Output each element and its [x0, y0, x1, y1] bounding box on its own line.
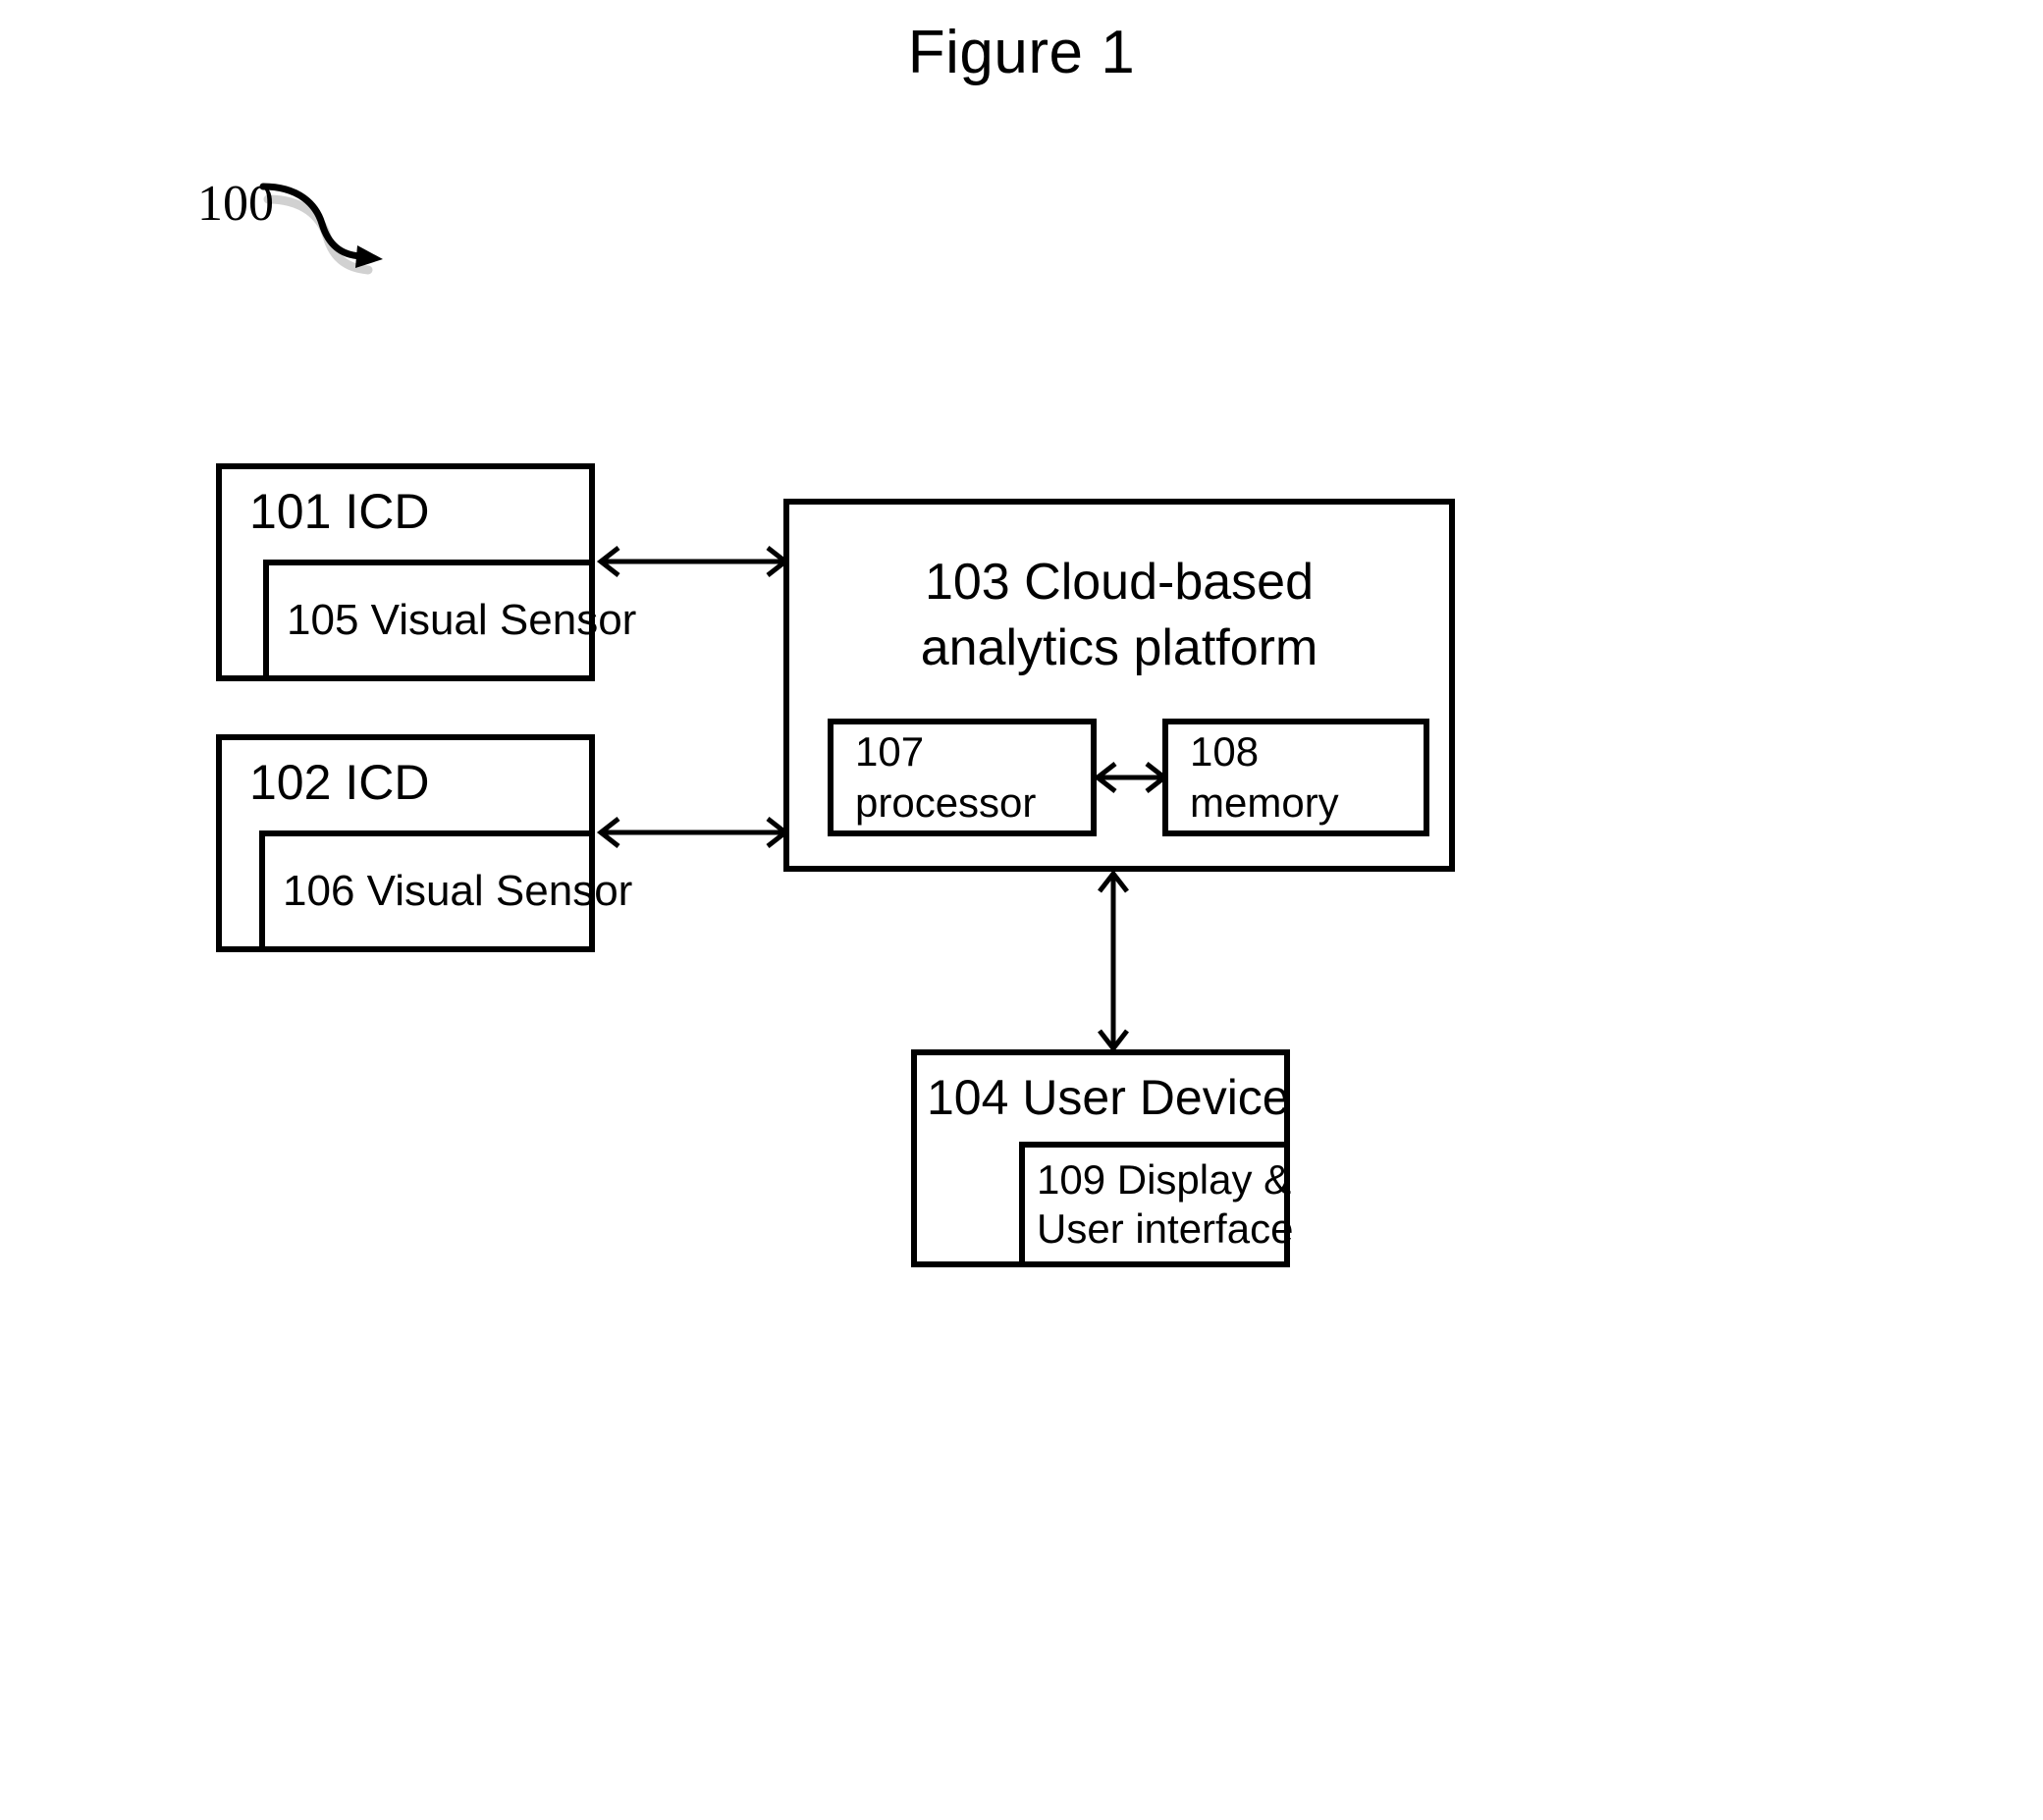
- block-visual-sensor-106-label: 106 Visual Sensor: [283, 867, 633, 916]
- block-icd-101-title: 101 ICD: [249, 484, 430, 539]
- block-memory-108-id: 108: [1190, 727, 1260, 775]
- block-memory-108: 108 memory: [1162, 719, 1429, 836]
- block-visual-sensor-105-label: 105 Visual Sensor: [287, 596, 637, 645]
- connector-platform-to-user-device-bidirectional-arrow-icon: [1098, 869, 1129, 1053]
- block-platform-103-title-line1: 103 Cloud-based: [924, 554, 1315, 611]
- block-memory-108-label: memory: [1190, 779, 1339, 826]
- block-display-109-line2: User interface: [1037, 1205, 1294, 1252]
- connector-icd-101-to-platform-bidirectional-arrow-icon: [596, 546, 790, 577]
- block-processor-107-label: processor: [855, 779, 1037, 826]
- block-processor-107-id: 107: [855, 727, 925, 775]
- block-platform-103-title: 103 Cloud-based analytics platform: [789, 550, 1449, 680]
- figure-canvas: Figure 1 100 101 ICD 105 Visual Sensor 1…: [0, 0, 2043, 1820]
- figure-title: Figure 1: [907, 19, 1136, 86]
- block-display-and-user-interface-109: 109 Display & User interface: [1019, 1142, 1294, 1267]
- block-user-device-104-title: 104 User Device: [927, 1070, 1290, 1125]
- block-visual-sensor-105: 105 Visual Sensor: [263, 560, 637, 681]
- block-platform-103-title-line2: analytics platform: [920, 618, 1318, 676]
- block-visual-sensor-106: 106 Visual Sensor: [259, 830, 633, 952]
- block-icd-102-title: 102 ICD: [249, 755, 430, 810]
- block-display-109-line1: 109 Display &: [1037, 1156, 1292, 1204]
- block-processor-107: 107 processor: [828, 719, 1097, 836]
- connector-processor-to-memory-bidirectional-arrow-icon: [1093, 762, 1169, 793]
- lead-line-curved-arrow-icon: [259, 183, 383, 275]
- connector-icd-102-to-platform-bidirectional-arrow-icon: [596, 817, 790, 848]
